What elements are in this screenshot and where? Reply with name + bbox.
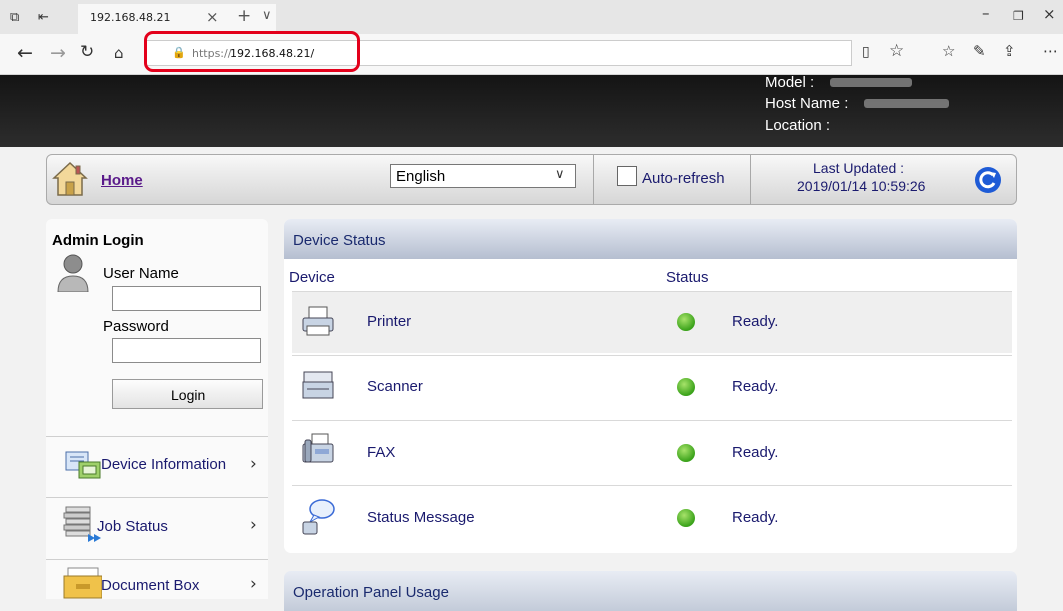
more-menu-icon[interactable]: ⋯ [1043,44,1058,59]
refresh-icon[interactable]: ↻ [80,44,94,61]
minimize-icon[interactable]: – [982,6,990,21]
host-name-label: Host Name : [765,95,849,112]
home-house-icon[interactable] [52,160,88,198]
status-ready-indicator [677,444,695,462]
device-status-text: Ready. [732,509,779,526]
device-name: Printer [367,313,412,330]
reading-view-icon[interactable]: ▯ [862,45,870,59]
chevron-down-icon[interactable]: ∨ [555,168,565,181]
document-box-icon [62,566,103,599]
admin-login-title: Admin Login [52,232,144,249]
column-header-device: Device [289,269,335,286]
url-highlight-annotation [144,31,360,72]
favorite-star-icon[interactable]: ☆ [889,43,904,60]
sidebar-item-label: Job Status [97,518,168,535]
host-name-value-redacted [864,99,949,108]
sidebar-item-label: Device Information [101,456,227,473]
language-selected-value: English [396,168,446,185]
status-ready-indicator [677,509,695,527]
table-row [292,420,1012,482]
home-browser-icon[interactable]: ⌂ [114,46,124,61]
password-label: Password [103,318,169,335]
restore-icon[interactable]: ❐ [1013,10,1024,22]
close-tab-icon[interactable]: × [206,10,219,25]
scanner-icon [301,369,335,403]
tab-list-chevron-icon[interactable]: ∨ [262,9,272,22]
login-button-label: Login [171,387,206,403]
tab-title: 192.168.48.21 [90,11,171,24]
printer-icon [301,304,335,338]
device-status-text: Ready. [732,378,779,395]
tabs-aside-icon[interactable]: ⇤ [38,11,49,24]
operation-panel-title: Operation Panel Usage [293,584,449,601]
chevron-right-icon[interactable]: › [250,517,257,534]
forward-icon[interactable]: → [50,44,66,63]
device-status-text: Ready. [732,313,779,330]
device-status-header [284,219,1017,259]
pen-notes-icon[interactable]: ✎ [973,44,986,59]
column-header-status: Status [666,269,709,286]
device-information-icon [65,450,101,480]
device-status-title: Device Status [293,232,386,249]
auto-refresh-label: Auto-refresh [642,170,725,187]
device-name: Scanner [367,378,423,395]
username-label: User Name [103,265,179,282]
share-icon[interactable]: ⇪ [1003,44,1016,59]
job-status-icon [62,504,102,544]
model-value-redacted [830,78,912,87]
fax-icon [301,432,335,466]
device-name: FAX [367,444,396,461]
new-tab-icon[interactable]: + [237,8,251,25]
status-message-icon [300,497,336,537]
device-name: Status Message [367,509,475,526]
auto-refresh-checkbox[interactable] [617,166,637,186]
device-status-text: Ready. [732,444,779,461]
user-avatar-icon [56,252,90,293]
nav-divider [593,155,594,204]
home-link[interactable]: Home [101,172,143,189]
tab-actions-icon[interactable]: ⧉ [10,11,19,24]
last-updated-label: Last Updated : [813,160,905,176]
status-ready-indicator [677,378,695,396]
last-updated-value: 2019/01/14 10:59:26 [797,178,926,194]
refresh-icon[interactable] [974,166,1002,194]
back-icon[interactable]: ← [17,44,33,63]
password-field[interactable] [112,338,261,363]
chevron-right-icon[interactable]: › [250,576,257,593]
favorites-hub-icon[interactable]: ☆ [942,44,955,59]
close-window-icon[interactable]: × [1043,7,1056,22]
chevron-right-icon[interactable]: › [250,456,257,473]
nav-divider [750,155,751,204]
username-field[interactable] [112,286,261,311]
location-label: Location : [765,117,831,134]
sidebar-item-label: Document Box [101,577,200,594]
model-label: Model : [765,74,815,91]
status-ready-indicator [677,313,695,331]
